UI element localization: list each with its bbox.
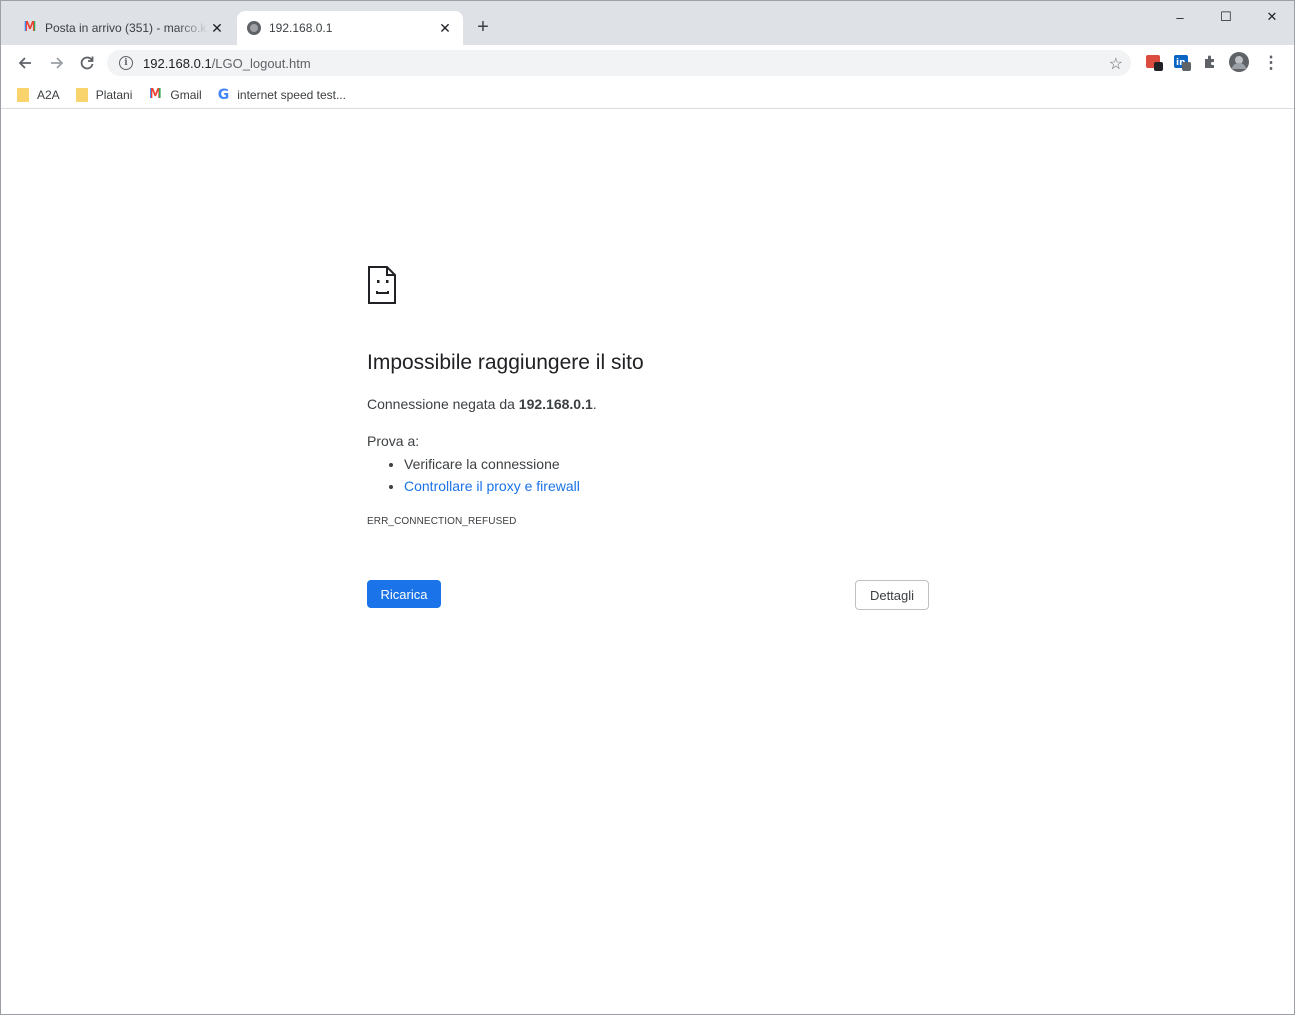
suggestion-item: Verificare la connessione (404, 453, 580, 475)
close-tab-icon[interactable]: ✕ (209, 20, 225, 36)
forward-arrow-icon (51, 57, 64, 69)
reload-page-button[interactable]: Ricarica (367, 580, 441, 608)
new-tab-button[interactable]: + (473, 17, 493, 37)
summary-prefix: Connessione negata da (367, 396, 519, 412)
details-button[interactable]: Dettagli (855, 580, 929, 610)
back-arrow-icon (18, 57, 31, 69)
suggestions-list: Verificare la connessione Controllare il… (387, 453, 580, 497)
tab-title: Posta in arrivo (351) - marco.k.m (45, 21, 209, 35)
bookmarks-bar: A2A Platani M Gmail Ginternet speed test.… (1, 81, 1294, 109)
tab-gmail[interactable]: M Posta in arrivo (351) - marco.k.m ✕ (13, 11, 235, 45)
bookmark-platani[interactable]: Platani (75, 87, 133, 102)
bookmark-label: internet speed test... (237, 87, 346, 102)
folder-icon (75, 87, 88, 102)
error-heading: Impossibile raggiungere il sito (367, 351, 644, 374)
gmail-icon: M (23, 20, 37, 35)
close-tab-icon[interactable]: ✕ (437, 20, 453, 36)
sad-page-icon (368, 266, 396, 304)
tab-router[interactable]: 192.168.0.1 ✕ (237, 11, 463, 45)
todoist-extension-icon[interactable] (1145, 53, 1163, 71)
reload-icon (80, 56, 94, 70)
browser-window: M Posta in arrivo (351) - marco.k.m ✕ 19… (0, 0, 1295, 1015)
bookmark-label: Gmail (170, 87, 202, 102)
bookmark-gmail[interactable]: M Gmail (148, 86, 202, 102)
error-summary: Connessione negata da 192.168.0.1. (367, 396, 597, 412)
summary-host: 192.168.0.1 (518, 396, 593, 412)
minimize-button[interactable]: – (1157, 1, 1203, 33)
bookmark-label: Platani (95, 87, 133, 102)
puzzle-extensions-icon[interactable] (1201, 53, 1219, 71)
back-button[interactable] (13, 51, 37, 75)
error-page: Impossibile raggiungere il sito Connessi… (1, 110, 1294, 1014)
toolbar: i 192.168.0.1/LGO_logout.htm ☆ in ⋮ (1, 45, 1294, 81)
error-code: ERR_CONNECTION_REFUSED (367, 516, 517, 527)
forward-button[interactable] (45, 51, 69, 75)
summary-suffix: . (592, 396, 597, 412)
google-icon: G (217, 86, 230, 103)
bookmark-star-icon[interactable]: ☆ (1109, 54, 1123, 74)
reload-button[interactable] (75, 51, 99, 75)
close-window-button[interactable]: ✕ (1249, 1, 1294, 33)
tab-title: 192.168.0.1 (269, 21, 333, 35)
linkedin-extension-icon[interactable]: in (1173, 53, 1191, 71)
address-bar[interactable]: i 192.168.0.1/LGO_logout.htm ☆ (107, 50, 1131, 76)
bookmark-a2a[interactable]: A2A (17, 87, 60, 102)
proxy-firewall-link[interactable]: Controllare il proxy e firewall (404, 478, 580, 494)
suggestion-item: Controllare il proxy e firewall (404, 475, 580, 497)
globe-icon (247, 21, 261, 35)
url-host: 192.168.0.1 (143, 55, 212, 71)
bookmark-label: A2A (37, 87, 60, 102)
url-path: /LGO_logout.htm (211, 55, 311, 71)
maximize-button[interactable]: ☐ (1203, 1, 1249, 33)
profile-avatar[interactable] (1229, 52, 1249, 72)
folder-icon (17, 87, 29, 102)
url-text: 192.168.0.1/LGO_logout.htm (143, 56, 311, 71)
gmail-icon: M (148, 86, 162, 102)
tab-strip: M Posta in arrivo (351) - marco.k.m ✕ 19… (1, 1, 1294, 45)
bookmark-speed-test[interactable]: Ginternet speed test... (218, 87, 346, 103)
suggestions-label: Prova a: (367, 433, 420, 449)
menu-kebab-icon[interactable]: ⋮ (1259, 51, 1283, 75)
info-icon[interactable]: i (119, 56, 133, 70)
